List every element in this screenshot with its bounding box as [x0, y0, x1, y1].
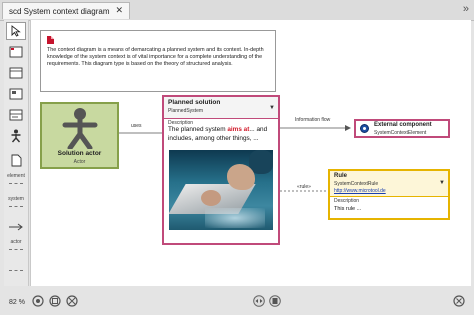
desc-part-1: The planned system [168, 126, 228, 133]
actor-name: Solution actor [57, 150, 102, 157]
note-icon [47, 36, 54, 44]
expand-icon [66, 295, 78, 307]
planned-solution-node[interactable]: Planned solution PlannedSystem ▼ Descrip… [162, 95, 280, 245]
collapse-triangle-icon[interactable]: ▼ [269, 105, 275, 111]
external-element-icon [360, 124, 369, 133]
planned-solution-header: Planned solution PlannedSystem ▼ [164, 97, 278, 119]
planned-solution-type: PlannedSystem [168, 108, 204, 114]
external-component-type: SystemContextElement [374, 130, 427, 136]
collapse-triangle-icon[interactable]: ▼ [439, 180, 445, 186]
fullscreen-icon [453, 295, 465, 307]
description-note[interactable]: The context diagram is a means of demarc… [40, 30, 276, 92]
rule-link[interactable]: http://www.microtool.de [334, 188, 386, 194]
arrow-head-icon [345, 125, 351, 131]
layout-icon [269, 295, 281, 307]
target-icon [32, 295, 44, 307]
actor-type: Actor [73, 159, 86, 165]
fit-page-button[interactable] [48, 294, 62, 308]
information-flow-label: Information flow [295, 117, 331, 123]
rule-type: SystemContextRule [334, 181, 379, 187]
rule-description-label: Description [334, 198, 360, 204]
rule-title: Rule [334, 173, 348, 179]
align-icon [253, 295, 265, 307]
fit-page-icon [49, 295, 61, 307]
laptop-photo [169, 150, 273, 230]
zoom-reset-button[interactable] [31, 294, 45, 308]
rule-description-text: This rule ... [334, 206, 362, 212]
rule-label: «rule» [297, 184, 311, 190]
fullscreen-button[interactable] [452, 294, 466, 308]
planned-solution-title: Planned solution [168, 99, 221, 106]
rule-node[interactable]: Rule SystemContextRule http://www.microt… [328, 169, 450, 220]
desc-highlight: aims at [227, 126, 250, 133]
external-component-title: External component [374, 122, 432, 128]
note-text: The context diagram is a means of demarc… [47, 47, 264, 67]
rule-header: Rule SystemContextRule http://www.microt… [330, 171, 448, 197]
fit-width-button[interactable] [65, 294, 79, 308]
align-horizontal-button[interactable] [252, 294, 266, 308]
solution-actor-node[interactable]: Solution actor Actor [40, 102, 119, 169]
planned-description-text: The planned system aims at... and includ… [168, 126, 276, 143]
uses-label: uses [131, 123, 142, 129]
external-component-node[interactable]: External component SystemContextElement [354, 119, 450, 138]
diagram-window: scd System context diagram ✕ » element s… [0, 0, 474, 315]
layout-button[interactable] [268, 294, 282, 308]
zoom-level[interactable]: 82 % [9, 299, 25, 306]
actor-figure-icon [62, 108, 98, 149]
status-bar: 82 % [0, 288, 474, 315]
